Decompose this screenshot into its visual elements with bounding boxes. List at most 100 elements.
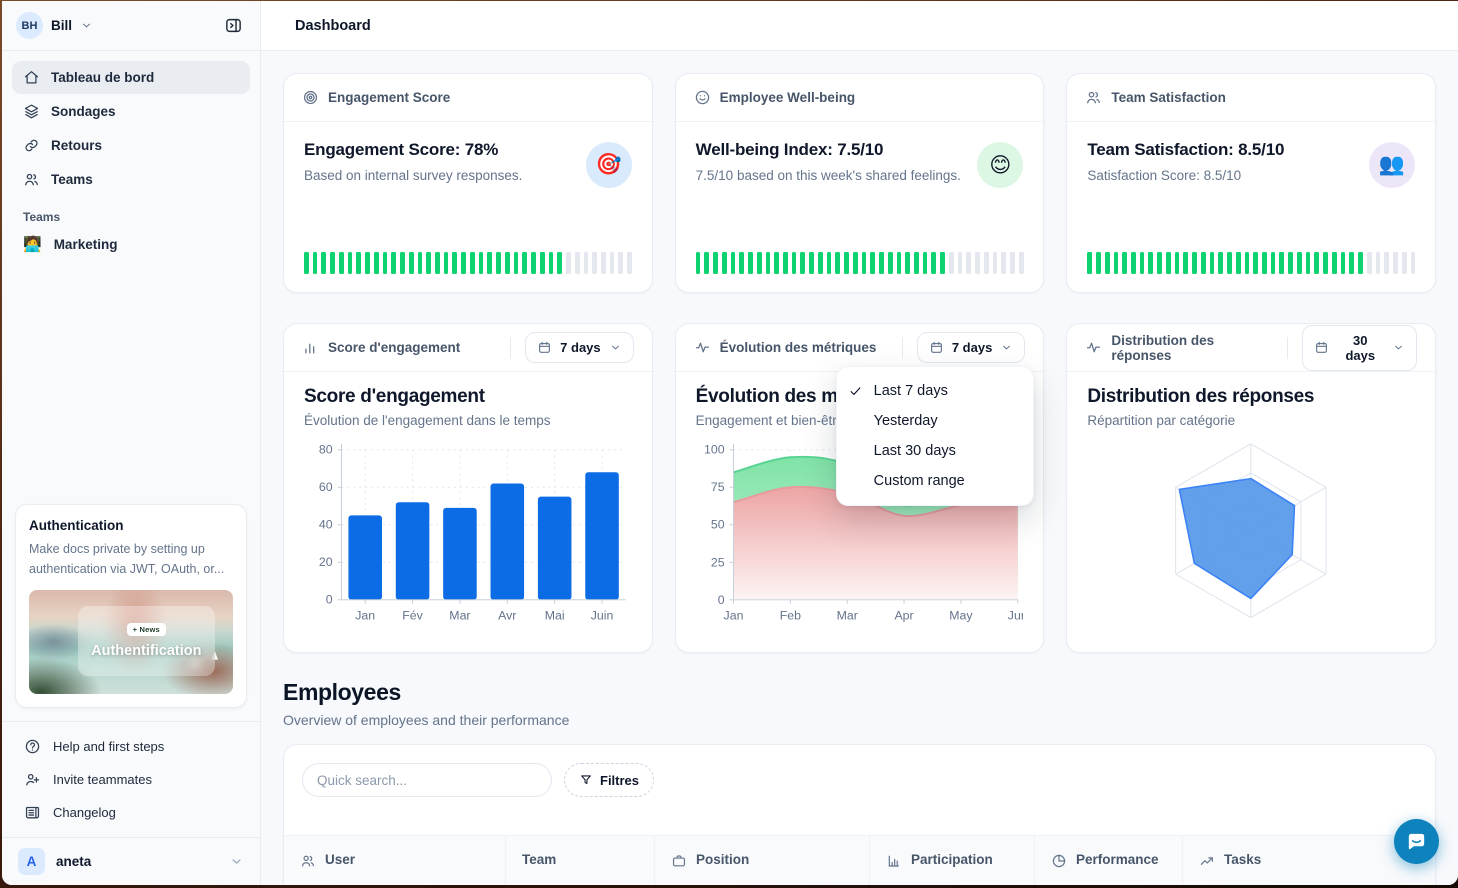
stat-card-2: Team Satisfaction Team Satisfaction: 8.5/… xyxy=(1066,73,1436,293)
range-select-button[interactable]: 7 days xyxy=(917,332,1025,363)
progress-segment xyxy=(531,252,536,274)
promo-title: Authentication xyxy=(29,518,233,533)
sidebar-item-tableau-de-bord[interactable]: Tableau de bord xyxy=(12,61,250,94)
column-header-performance[interactable]: Performance xyxy=(1034,836,1182,885)
sidebar-team-marketing[interactable]: 🧑‍💻Marketing xyxy=(2,229,260,260)
progress-segment xyxy=(418,252,423,274)
users-icon xyxy=(1085,89,1102,106)
chevron-down-icon[interactable] xyxy=(229,854,244,869)
svg-text:Mar: Mar xyxy=(449,609,470,623)
user-avatar[interactable]: BH xyxy=(16,12,43,39)
svg-text:100: 100 xyxy=(704,443,725,457)
sidebar-nav: Tableau de bordSondagesRetoursTeams xyxy=(2,51,260,197)
stat-card-header: Team Satisfaction xyxy=(1067,74,1435,122)
progress-segment xyxy=(522,252,527,274)
progress-segment xyxy=(713,252,718,274)
sidebar-footer-invite[interactable]: Invite teammates xyxy=(12,763,250,796)
workspace-name: aneta xyxy=(56,854,91,869)
progress-segment xyxy=(557,252,562,274)
progress-segment xyxy=(853,252,858,274)
progress-segment xyxy=(827,252,832,274)
workspace-switcher[interactable]: A aneta xyxy=(2,837,260,885)
sidebar-item-sondages[interactable]: Sondages xyxy=(12,95,250,128)
column-header-user[interactable]: User xyxy=(284,836,505,885)
progress-segment xyxy=(1192,252,1197,274)
sidebar-item-retours[interactable]: Retours xyxy=(12,129,250,162)
sidebar-footer-changelog[interactable]: Changelog xyxy=(12,796,250,829)
svg-text:Jan: Jan xyxy=(355,609,375,623)
employees-header: Employees Overview of employees and thei… xyxy=(283,679,1436,728)
progress-segment xyxy=(365,252,370,274)
range-select-button[interactable]: 30 days xyxy=(1302,325,1417,371)
progress-segment xyxy=(487,252,492,274)
progress-segment xyxy=(1087,252,1092,274)
column-header-team[interactable]: Team xyxy=(505,836,654,885)
stat-title: Team Satisfaction: 8.5/10 xyxy=(1087,140,1284,160)
column-header-participation[interactable]: Participation xyxy=(869,836,1034,885)
chevron-down-icon[interactable] xyxy=(80,19,93,32)
progress-segment xyxy=(566,252,571,274)
column-header-position[interactable]: Position xyxy=(654,836,869,885)
progress-segment xyxy=(792,252,797,274)
range-menu-item[interactable]: Yesterday xyxy=(837,406,1033,436)
progress-segment xyxy=(313,252,318,274)
stat-card-1: Employee Well-beingWell-being Index: 7.5… xyxy=(675,73,1045,293)
funnel-icon xyxy=(579,773,593,787)
chat-launcher-button[interactable] xyxy=(1394,819,1439,864)
progress-segment xyxy=(1271,252,1276,274)
user-plus-icon xyxy=(24,771,41,788)
range-select-button[interactable]: 7 days xyxy=(525,332,633,363)
svg-text:Feb: Feb xyxy=(779,609,800,623)
svg-text:20: 20 xyxy=(319,555,333,569)
range-menu-item[interactable]: Last 30 days xyxy=(837,436,1033,466)
range-menu-item[interactable]: Custom range xyxy=(837,466,1033,496)
progress-segment xyxy=(966,252,971,274)
progress-segment xyxy=(923,252,928,274)
chart-subtitle: Répartition par catégorie xyxy=(1087,413,1415,428)
sidebar-item-teams[interactable]: Teams xyxy=(12,163,250,196)
stat-emoji-badge: 🎯 xyxy=(586,142,632,188)
calendar-icon xyxy=(929,340,944,355)
page-title: Dashboard xyxy=(295,18,371,34)
filters-button[interactable]: Filtres xyxy=(564,763,654,797)
stat-card-header: Engagement Score xyxy=(284,74,652,122)
progress-segment xyxy=(549,252,554,274)
promo-image[interactable]: + News Authentification xyxy=(29,590,233,694)
news-badge: + News xyxy=(127,623,166,636)
radar-chart xyxy=(1087,434,1415,631)
stats-row: Engagement Score Engagement Score: 78% Bas… xyxy=(283,73,1436,293)
progress-segment xyxy=(391,252,396,274)
stat-title: Well-being Index: 7.5/10 xyxy=(696,140,961,160)
progress-segment xyxy=(748,252,753,274)
svg-text:50: 50 xyxy=(711,518,725,532)
users-icon xyxy=(23,171,40,188)
progress-segment xyxy=(592,252,597,274)
activity-icon xyxy=(1085,339,1102,356)
help-icon xyxy=(24,738,41,755)
progress-segment xyxy=(540,252,545,274)
chevron-down-icon xyxy=(609,341,622,354)
progress-segment xyxy=(879,252,884,274)
users-icon xyxy=(300,853,316,869)
sidebar-footer-help[interactable]: Help and first steps xyxy=(12,730,250,763)
sidebar-teams: 🧑‍💻Marketing xyxy=(2,229,260,260)
sidebar-collapse-button[interactable] xyxy=(218,11,248,41)
progress-segment xyxy=(757,252,762,274)
progress-segment xyxy=(984,252,989,274)
search-input[interactable] xyxy=(302,763,552,797)
progress-segment xyxy=(1114,252,1119,274)
progress-segment xyxy=(348,252,353,274)
progress-segment xyxy=(704,252,709,274)
svg-text:80: 80 xyxy=(319,443,333,457)
table-toolbar: Filtres xyxy=(284,763,1435,797)
panel-collapse-icon xyxy=(224,16,243,35)
range-menu-item[interactable]: Last 7 days xyxy=(837,376,1033,406)
stat-subtitle: Based on internal survey responses. xyxy=(304,168,522,183)
user-menu[interactable]: Bill xyxy=(51,18,72,33)
chart-col-icon xyxy=(886,853,902,869)
progress-segment xyxy=(1131,252,1136,274)
stat-title: Engagement Score: 78% xyxy=(304,140,522,160)
svg-text:60: 60 xyxy=(319,480,333,494)
progress-segment xyxy=(809,252,814,274)
progress-segment xyxy=(1175,252,1180,274)
